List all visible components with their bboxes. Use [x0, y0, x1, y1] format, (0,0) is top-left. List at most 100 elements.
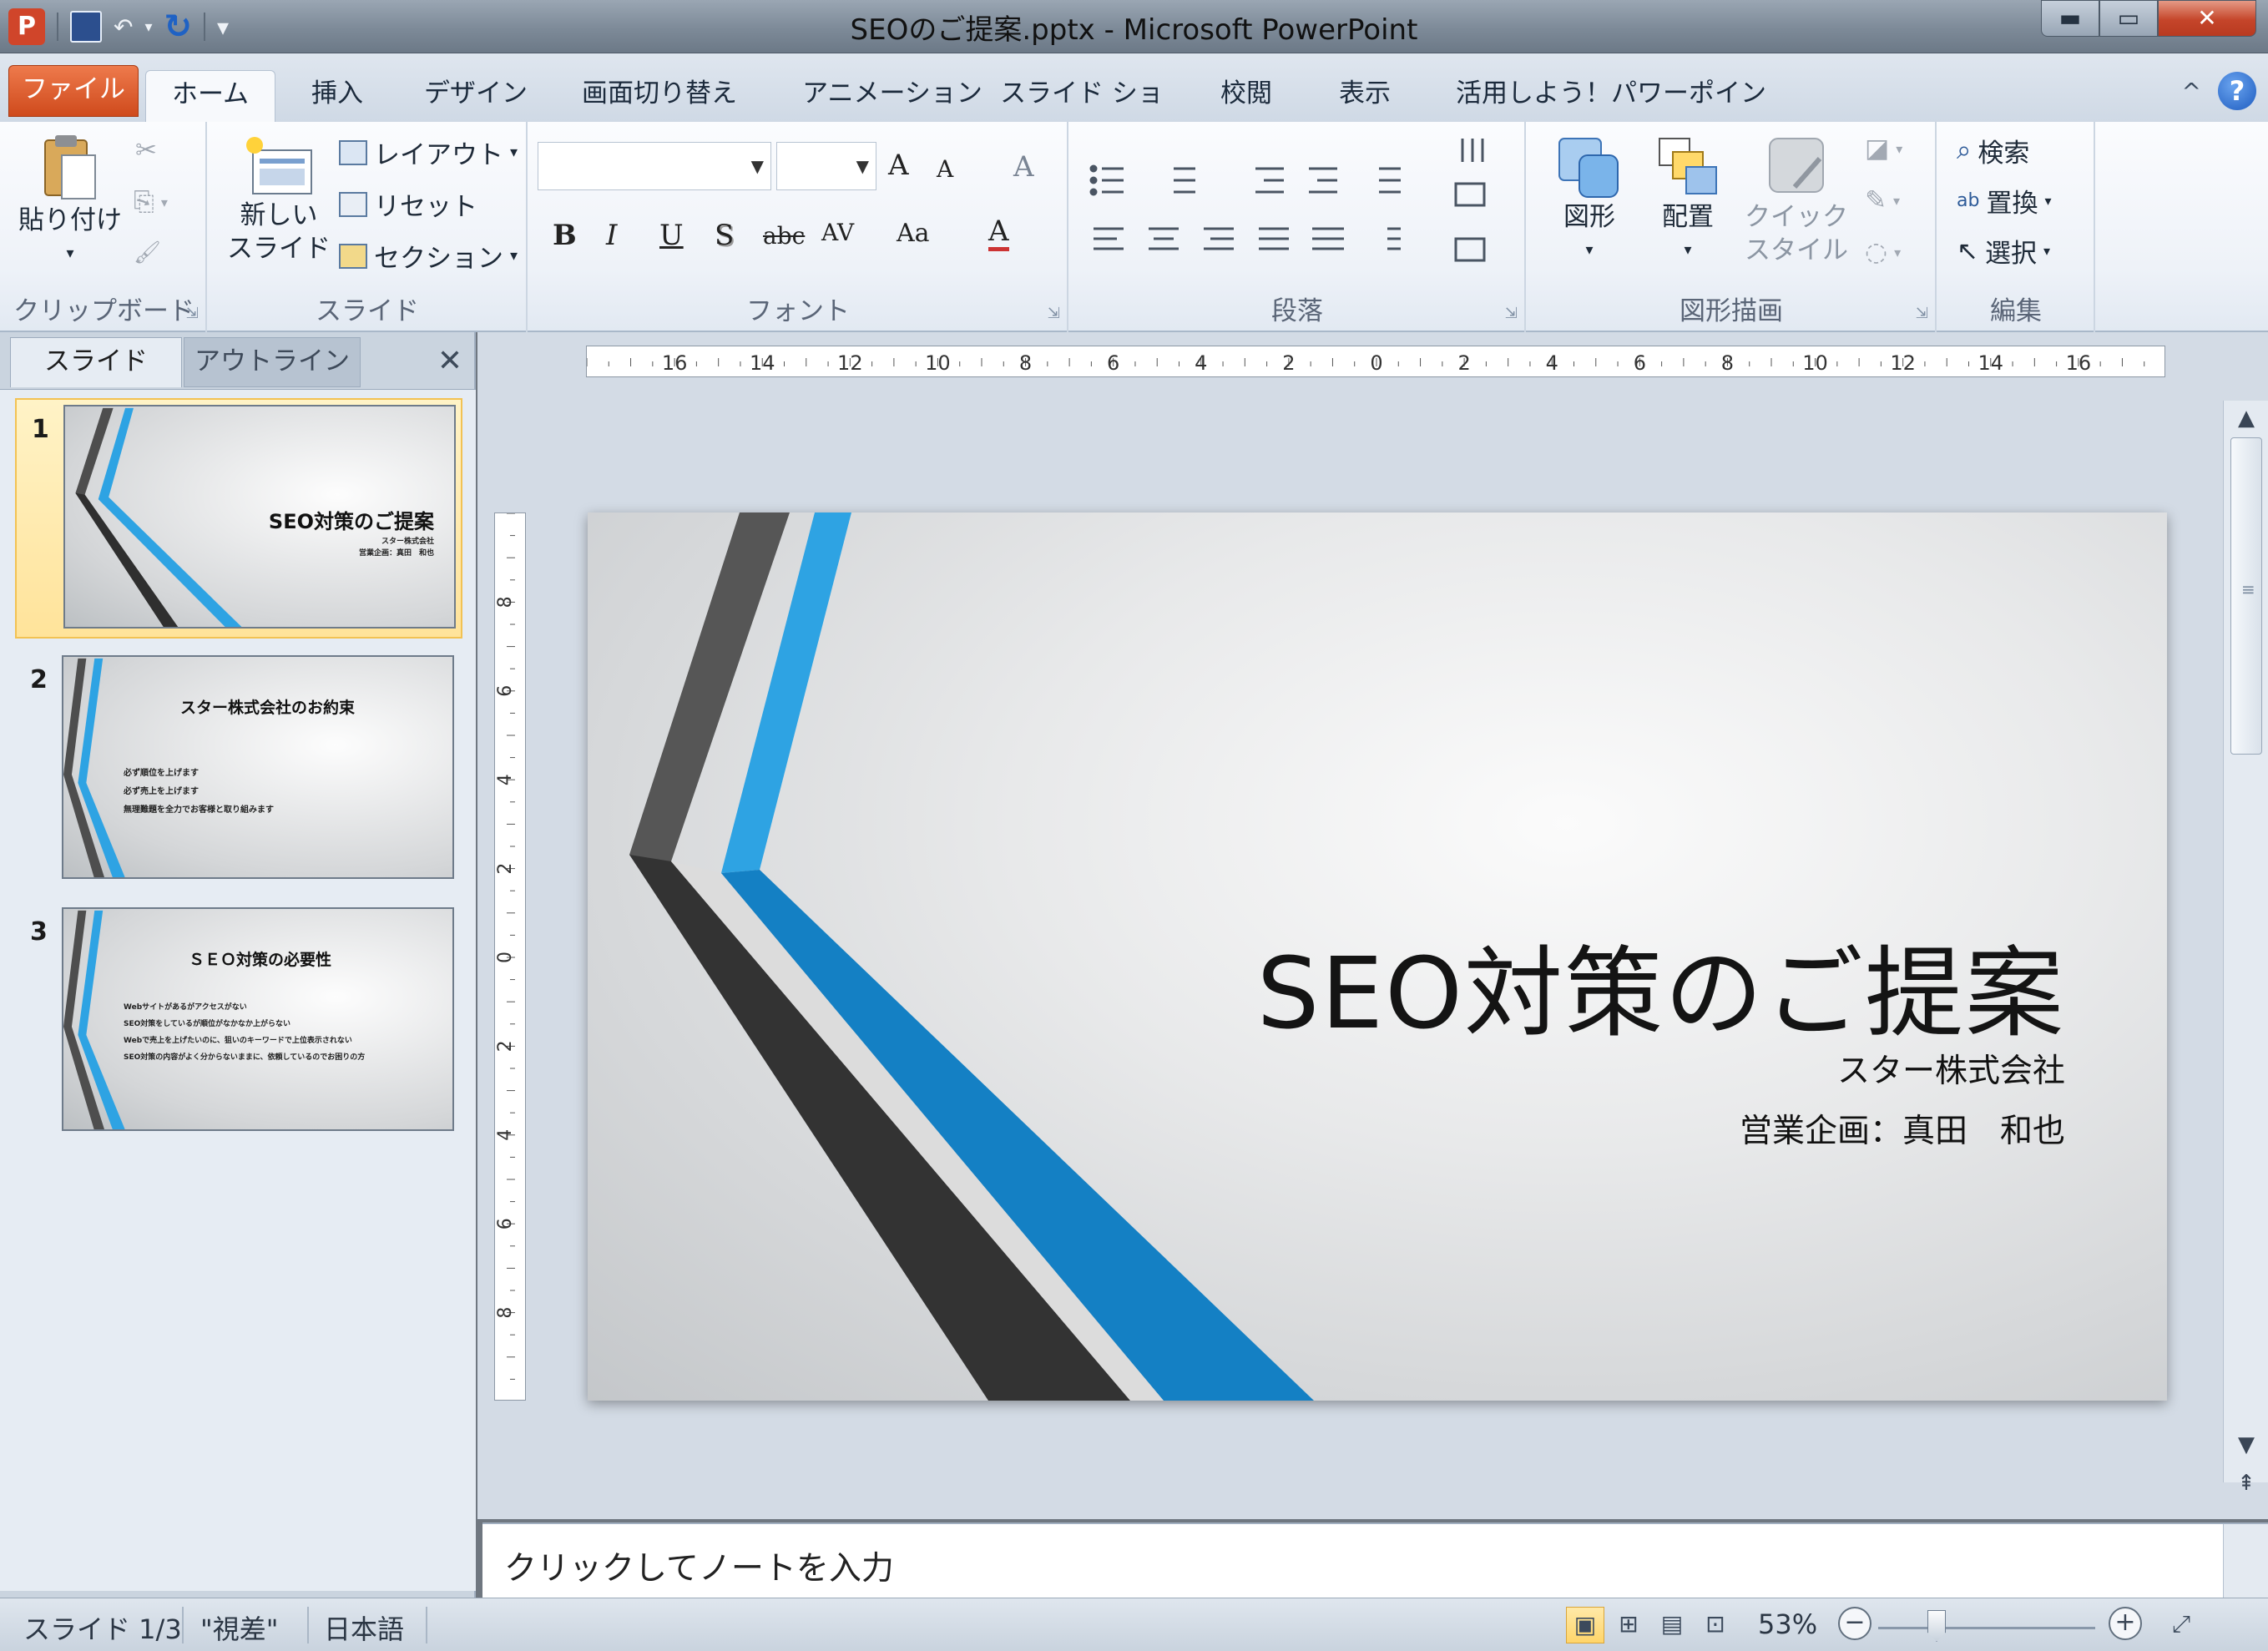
- tab-design[interactable]: デザイン: [417, 70, 534, 122]
- theme-name[interactable]: "視差": [200, 1608, 278, 1647]
- thumbnail-text-line: 営業企画：真田 和也: [358, 549, 434, 558]
- paragraph-group-label: 段落: [1271, 296, 1323, 326]
- notes-scrollbar[interactable]: [2223, 1524, 2268, 1599]
- status-separator: [307, 1607, 309, 1643]
- tab-animations[interactable]: アニメーション: [788, 70, 997, 122]
- shapes-button[interactable]: 図形 ▾: [1539, 134, 1639, 267]
- shape-outline-button[interactable]: ✎ ▾: [1865, 185, 1900, 215]
- cut-button[interactable]: ✂: [135, 135, 157, 165]
- scroll-thumb[interactable]: ≡: [2230, 437, 2262, 755]
- new-slide-button[interactable]: 新しい スライド: [222, 132, 336, 265]
- drawing-launcher-icon[interactable]: ⇲: [1916, 305, 1928, 322]
- italic-button[interactable]: I: [606, 219, 617, 252]
- tab-custom[interactable]: 活用しよう！パワーポイント: [1452, 70, 1770, 155]
- font-color-button[interactable]: A: [988, 215, 1009, 251]
- close-button[interactable]: ✕: [2158, 0, 2256, 37]
- tab-outline-pane[interactable]: アウトライン: [184, 337, 361, 387]
- ruler-label: 8: [1721, 351, 1734, 375]
- ruler-label: 2: [495, 1040, 516, 1052]
- thumbnail-slide-1[interactable]: 1 SEO対策のご提案 スター株式会社 営業企画：真田 和也: [15, 398, 462, 639]
- font-launcher-icon[interactable]: ⇲: [1048, 305, 1060, 322]
- bold-button[interactable]: B: [553, 219, 577, 252]
- pane-close-icon[interactable]: ✕: [437, 344, 462, 378]
- quick-styles-button[interactable]: クイック スタイル: [1738, 134, 1855, 267]
- thumbnail-text-line: Webサイトがあるがアクセスがない: [124, 1003, 247, 1012]
- zoom-in-button[interactable]: +: [2109, 1607, 2142, 1640]
- maximize-button[interactable]: ▭: [2099, 0, 2158, 37]
- new-slide-icon: [246, 137, 312, 194]
- grow-font-icon[interactable]: A: [888, 149, 909, 182]
- language-indicator[interactable]: 日本語: [324, 1608, 404, 1647]
- paste-button[interactable]: 貼り付け ▾: [12, 132, 129, 270]
- shape-fill-icon: ◪: [1865, 134, 1890, 164]
- indent-icons: [1255, 167, 1401, 194]
- tab-transitions[interactable]: 画面切り替え: [576, 70, 743, 122]
- vertical-ruler-ticks: 8 6 4 2 0 2 4 6 8: [495, 513, 516, 1380]
- section-button[interactable]: セクション ▾: [339, 237, 518, 275]
- layout-button[interactable]: レイアウト ▾: [339, 134, 518, 171]
- previous-slide-icon[interactable]: ⇞: [2224, 1471, 2268, 1496]
- tab-slideshow[interactable]: スライド ショー: [998, 70, 1165, 155]
- normal-view-icon[interactable]: ▣: [1566, 1607, 1604, 1643]
- layout-dropdown-icon: ▾: [510, 144, 518, 161]
- format-painter-button[interactable]: 🖌: [134, 240, 161, 265]
- help-icon[interactable]: ?: [2218, 72, 2256, 110]
- thumbnail-slide-2[interactable]: 2 スター株式会社のお約束 必ず順位を上げます 必ず売上を上げます 無理難題を全…: [15, 650, 462, 891]
- ruler-label: 6: [1634, 351, 1646, 375]
- slide-title[interactable]: SEO対策のご提案: [1257, 913, 2065, 1056]
- zoom-slider-track[interactable]: [1878, 1627, 2095, 1629]
- font-size-dropdown-icon[interactable]: ▼: [856, 156, 869, 176]
- shadow-button[interactable]: S: [715, 219, 734, 252]
- clipboard-launcher-icon[interactable]: ⇲: [186, 305, 199, 322]
- minimize-button[interactable]: ▬: [2041, 0, 2099, 37]
- zoom-out-button[interactable]: −: [1838, 1607, 1871, 1640]
- ruler-label: 10: [1802, 351, 1828, 375]
- font-name-dropdown-icon[interactable]: ▼: [751, 156, 764, 176]
- notes-pane[interactable]: クリックしてノートを入力: [482, 1522, 2268, 1599]
- fit-to-window-icon[interactable]: ⤢: [2162, 1607, 2200, 1643]
- tab-view[interactable]: 表示: [1327, 70, 1402, 122]
- scroll-down-icon[interactable]: ▼: [2224, 1432, 2268, 1457]
- notes-placeholder[interactable]: クリックしてノートを入力: [504, 1542, 894, 1589]
- reading-view-icon[interactable]: ▤: [1653, 1607, 1691, 1643]
- arrange-button[interactable]: 配置 ▾: [1638, 134, 1738, 267]
- slide-canvas[interactable]: SEO対策のご提案 スター株式会社 営業企画：真田 和也: [588, 512, 2167, 1401]
- reset-button[interactable]: リセット: [339, 185, 477, 223]
- minimize-ribbon-icon[interactable]: ^: [2182, 78, 2201, 105]
- slide-subtitle-company[interactable]: スター株式会社: [1837, 1045, 2065, 1092]
- tab-file[interactable]: ファイル: [8, 65, 139, 117]
- slideshow-view-icon[interactable]: ⊡: [1696, 1607, 1735, 1643]
- tab-insert[interactable]: 挿入: [294, 70, 381, 122]
- shape-effects-icon: ◌: [1865, 237, 1888, 267]
- select-button[interactable]: ↖ 選択 ▾: [1957, 232, 2050, 270]
- slide-subtitle-person[interactable]: 営業企画：真田 和也: [1740, 1105, 2065, 1152]
- tab-review[interactable]: 校閲: [1209, 70, 1284, 122]
- thumbnail-slide-3[interactable]: 3 ＳＥＯ対策の必要性 Webサイトがあるがアクセスがない SEO対策をしている…: [15, 902, 462, 1143]
- thumbnail-text-line: SEO対策の内容がよく分からないままに、依頼しているのでお困りの方: [124, 1053, 366, 1062]
- paragraph-launcher-icon[interactable]: ⇲: [1505, 305, 1518, 322]
- ruler-label: 4: [1546, 351, 1558, 375]
- tab-home[interactable]: ホーム: [145, 70, 275, 122]
- slide-sorter-view-icon[interactable]: ⊞: [1609, 1607, 1648, 1643]
- vertical-scrollbar[interactable]: ▲ ≡ ▼ ⇞: [2223, 401, 2268, 1496]
- strikethrough-button[interactable]: abc: [763, 222, 805, 250]
- shape-fill-button[interactable]: ◪ ▾: [1865, 134, 1902, 164]
- change-case-button[interactable]: Aa: [897, 219, 930, 248]
- replace-button[interactable]: ab 置換 ▾: [1957, 182, 2051, 220]
- shape-effects-button[interactable]: ◌ ▾: [1865, 237, 1901, 267]
- zoom-level[interactable]: 53%: [1758, 1608, 1817, 1640]
- clear-format-icon[interactable]: A: [1013, 150, 1034, 184]
- font-size-combo[interactable]: ▼: [776, 142, 876, 190]
- font-name-combo[interactable]: ▼: [538, 142, 771, 190]
- find-button[interactable]: ⌕ 検索: [1957, 132, 2029, 169]
- ruler-label: 8: [495, 1307, 516, 1319]
- tab-slides-pane[interactable]: スライド: [10, 337, 182, 387]
- char-spacing-button[interactable]: AV: [821, 219, 854, 246]
- scroll-up-icon[interactable]: ▲: [2224, 406, 2268, 431]
- copy-button[interactable]: ⎘ ▾: [134, 187, 168, 218]
- underline-button[interactable]: U: [659, 219, 684, 252]
- replace-label: 置換: [1986, 189, 2038, 219]
- section-dropdown-icon: ▾: [510, 247, 518, 265]
- shrink-font-icon[interactable]: A: [937, 155, 953, 183]
- zoom-slider-thumb[interactable]: [1927, 1610, 1946, 1642]
